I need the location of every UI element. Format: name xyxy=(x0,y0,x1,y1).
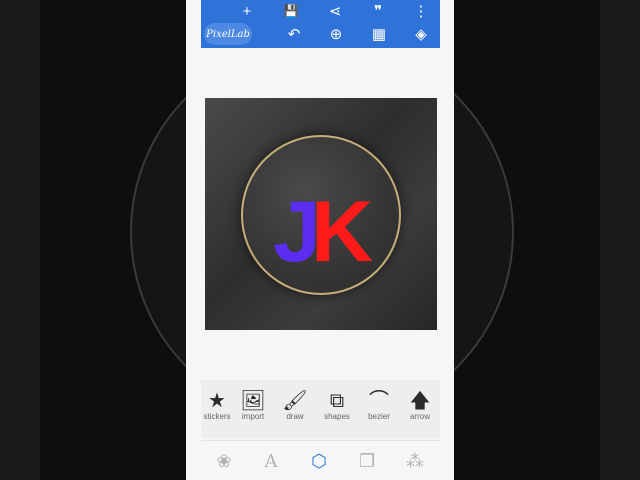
background-panel-left xyxy=(0,0,40,480)
background-panel-right xyxy=(600,0,640,480)
phone-screen: + 💾 ⋖ ❞ ⋮ PixelLab ↶ ⊕ ▦ ◈ J K ★ sticker… xyxy=(186,0,454,480)
tool-import[interactable]: 🖼 import xyxy=(231,388,275,436)
more-icon[interactable]: ⋮ xyxy=(407,0,435,22)
plus-icon[interactable]: + xyxy=(233,0,261,22)
app-logo: PixelLab xyxy=(204,23,252,45)
tool-label: arrow xyxy=(409,412,430,421)
grid-icon[interactable]: ▦ xyxy=(365,23,393,45)
editor-canvas[interactable]: J K xyxy=(201,48,440,380)
undo-icon[interactable]: ↶ xyxy=(280,23,308,45)
gold-ring-emblem: J K xyxy=(241,135,401,295)
artwork-image[interactable]: J K xyxy=(205,98,437,330)
brush-icon: 🖌 xyxy=(282,390,308,412)
image-icon: 🖼 xyxy=(240,390,266,412)
zoom-icon[interactable]: ⊕ xyxy=(322,23,350,45)
effects-icon[interactable]: ❀ xyxy=(204,447,244,475)
shapes-icon: ⧉ xyxy=(329,390,345,412)
layers-icon[interactable]: ◈ xyxy=(407,23,435,45)
share-icon[interactable]: ⋖ xyxy=(321,0,349,22)
arrow-up-icon: 🡅 xyxy=(409,390,431,412)
tools-toolbar: ★ stickers 🖼 import 🖌 draw ⧉ shapes ⌒ be… xyxy=(201,380,440,438)
hexagon-icon[interactable]: ⬡ xyxy=(299,447,339,475)
tool-arrow[interactable]: 🡅 arrow xyxy=(398,388,442,436)
app-bar: + 💾 ⋖ ❞ ⋮ PixelLab ↶ ⊕ ▦ ◈ xyxy=(201,0,440,48)
bezier-icon: ⌒ xyxy=(369,390,389,412)
tool-label: bezier xyxy=(368,412,390,421)
letter-k[interactable]: K xyxy=(311,189,373,275)
tool-bezier[interactable]: ⌒ bezier xyxy=(357,388,401,436)
tool-label: draw xyxy=(286,412,304,421)
app-bar-top-row: + 💾 ⋖ ❞ ⋮ xyxy=(201,0,440,24)
bottom-navigation: ❀ A ⬡ ❐ ⁂ xyxy=(201,440,440,480)
text-icon[interactable]: A xyxy=(251,447,291,475)
quote-icon[interactable]: ❞ xyxy=(364,0,392,22)
tool-draw[interactable]: 🖌 draw xyxy=(273,388,317,436)
app-bar-bottom-row: PixelLab ↶ ⊕ ▦ ◈ xyxy=(201,23,440,47)
save-icon[interactable]: 💾 xyxy=(277,0,305,22)
tool-label: import xyxy=(241,412,265,421)
magic-wand-icon[interactable]: ⁂ xyxy=(395,447,435,475)
tool-shapes[interactable]: ⧉ shapes xyxy=(315,388,359,436)
tool-label: shapes xyxy=(324,412,350,421)
copy-icon[interactable]: ❐ xyxy=(347,447,387,475)
